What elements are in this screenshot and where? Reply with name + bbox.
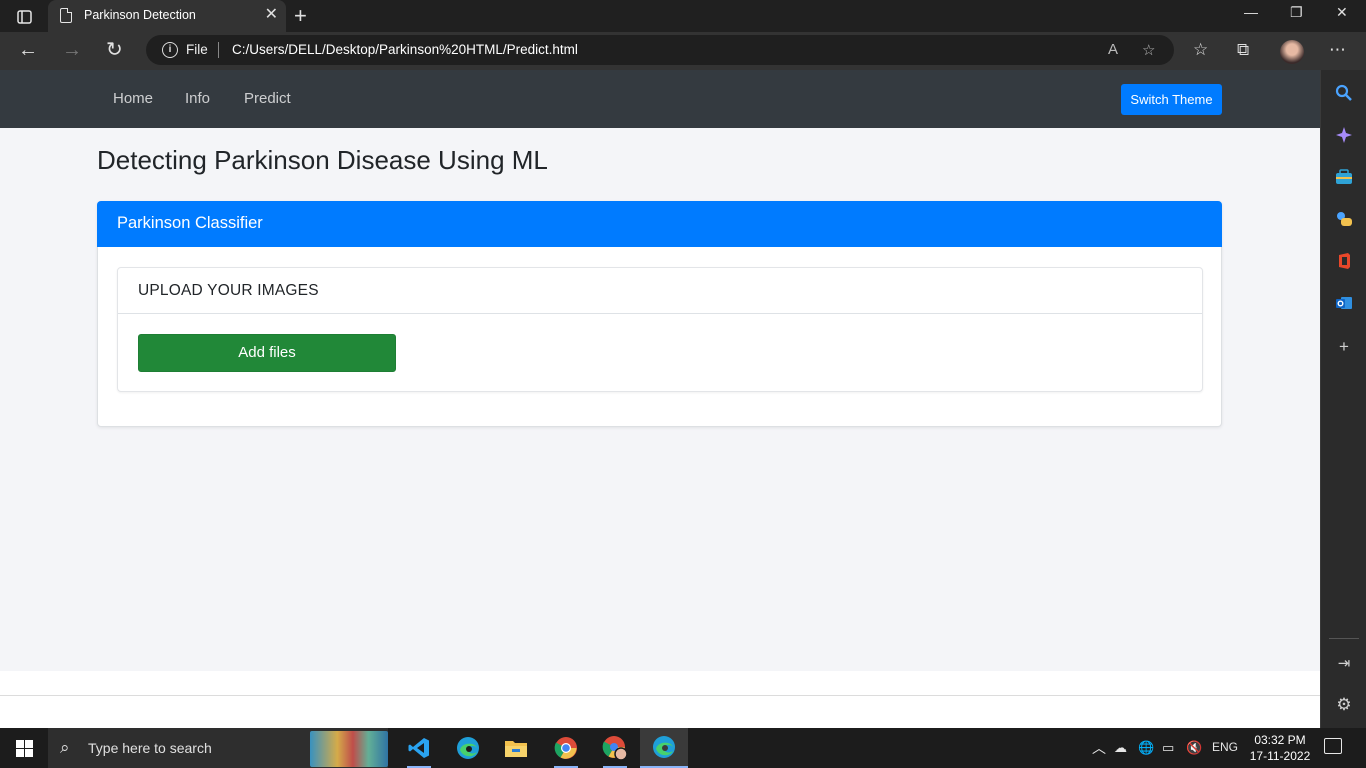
upload-card: UPLOAD YOUR IMAGES Add files — [117, 267, 1203, 392]
sidebar-divider — [1329, 638, 1359, 639]
outlook-icon[interactable] — [1333, 292, 1355, 314]
classifier-card-header: Parkinson Classifier — [97, 201, 1222, 247]
hide-sidebar-icon[interactable]: ⇥ — [1333, 652, 1355, 674]
browser-sidebar: + ⇥ ⚙ — [1320, 70, 1366, 728]
add-favorite-icon[interactable]: ☆ — [1142, 41, 1155, 59]
chrome-icon[interactable] — [542, 728, 590, 768]
add-files-button[interactable]: Add files — [138, 334, 396, 372]
file-explorer-icon[interactable] — [492, 728, 540, 768]
forward-icon[interactable]: → — [62, 39, 82, 61]
address-bar[interactable]: i File C:/Users/DELL/Desktop/Parkinson%2… — [146, 35, 1174, 65]
cloud-icon[interactable]: ☁ — [1114, 740, 1127, 756]
taskbar-search-placeholder: Type here to search — [88, 740, 212, 756]
tab-actions-button[interactable] — [10, 6, 38, 28]
office-icon[interactable] — [1333, 250, 1355, 272]
favorites-icon[interactable]: ☆ — [1193, 40, 1208, 60]
browser-tab-bar: Parkinson Detection ✕ + — ❐ ✕ — [0, 0, 1366, 32]
volume-muted-icon[interactable]: 🔇 — [1186, 740, 1202, 756]
windows-taskbar: ⌕ Type here to search ︿ ☁ 🌐 ▭ 🔇 ENG 03:3… — [0, 728, 1366, 768]
page-footer — [0, 671, 1320, 728]
close-window-button[interactable]: ✕ — [1336, 4, 1348, 21]
page-body: Detecting Parkinson Disease Using ML Par… — [0, 128, 1320, 671]
site-info-icon[interactable]: i — [162, 42, 178, 58]
nav-link-home[interactable]: Home — [113, 90, 153, 107]
page-icon — [60, 8, 72, 23]
edge-icon[interactable] — [444, 728, 492, 768]
card-header-title: Parkinson Classifier — [117, 214, 263, 232]
switch-theme-button[interactable]: Switch Theme — [1121, 84, 1222, 115]
notifications-icon[interactable] — [1324, 738, 1342, 754]
page-title: Detecting Parkinson Disease Using ML — [97, 145, 548, 175]
collections-icon[interactable]: ⧉ — [1237, 40, 1249, 60]
url-text[interactable]: C:/Users/DELL/Desktop/Parkinson%20HTML/P… — [232, 42, 578, 57]
close-tab-icon[interactable]: ✕ — [265, 6, 278, 24]
new-tab-button[interactable]: + — [294, 3, 307, 29]
games-icon[interactable] — [1333, 208, 1355, 230]
battery-icon[interactable]: ▭ — [1162, 740, 1174, 756]
page-viewport: Home Info Predict Switch Theme Detecting… — [0, 70, 1320, 728]
footer-divider — [0, 695, 1320, 696]
more-menu-icon[interactable]: ⋯ — [1329, 40, 1346, 60]
tab-title: Parkinson Detection — [84, 8, 196, 22]
address-divider — [218, 42, 219, 58]
show-hidden-icons-icon[interactable]: ︿ — [1092, 738, 1106, 758]
add-sidebar-app-icon[interactable]: + — [1333, 336, 1355, 358]
clock-time: 03:32 PM — [1254, 733, 1306, 747]
settings-icon[interactable]: ⚙ — [1333, 694, 1355, 716]
classifier-card: Parkinson Classifier UPLOAD YOUR IMAGES … — [97, 201, 1222, 427]
nav-link-info[interactable]: Info — [185, 90, 210, 107]
chrome-profile-icon[interactable] — [591, 728, 639, 768]
language-indicator[interactable]: ENG — [1212, 740, 1238, 754]
profile-avatar[interactable] — [1280, 40, 1304, 64]
upload-heading: UPLOAD YOUR IMAGES — [138, 282, 319, 299]
tools-icon[interactable] — [1333, 166, 1355, 188]
nav-link-predict[interactable]: Predict — [244, 90, 291, 107]
read-aloud-icon[interactable]: A — [1108, 41, 1118, 58]
browser-tab[interactable]: Parkinson Detection ✕ — [48, 0, 286, 32]
upload-card-header: UPLOAD YOUR IMAGES — [118, 268, 1202, 314]
discover-icon[interactable] — [1333, 124, 1355, 146]
edge-active-icon[interactable] — [640, 728, 688, 768]
taskbar-search[interactable]: ⌕ Type here to search — [48, 728, 388, 768]
search-highlight-image — [310, 731, 388, 767]
browser-toolbar: ← → ↻ i File C:/Users/DELL/Desktop/Parki… — [0, 32, 1366, 70]
taskbar-clock[interactable]: 03:32 PM 17-11-2022 — [1240, 732, 1320, 764]
search-icon[interactable] — [1333, 82, 1355, 104]
network-icon[interactable]: 🌐 — [1138, 740, 1154, 756]
site-navbar: Home Info Predict Switch Theme — [0, 70, 1320, 128]
minimize-button[interactable]: — — [1244, 4, 1258, 20]
restore-button[interactable]: ❐ — [1290, 4, 1303, 21]
vscode-icon[interactable] — [395, 728, 443, 768]
tab-actions-icon — [17, 10, 32, 24]
clock-date: 17-11-2022 — [1249, 749, 1311, 763]
search-icon: ⌕ — [60, 738, 70, 757]
back-icon[interactable]: ← — [18, 39, 38, 61]
refresh-icon[interactable]: ↻ — [106, 39, 123, 61]
start-button[interactable] — [16, 740, 33, 757]
protocol-label: File — [186, 42, 208, 57]
